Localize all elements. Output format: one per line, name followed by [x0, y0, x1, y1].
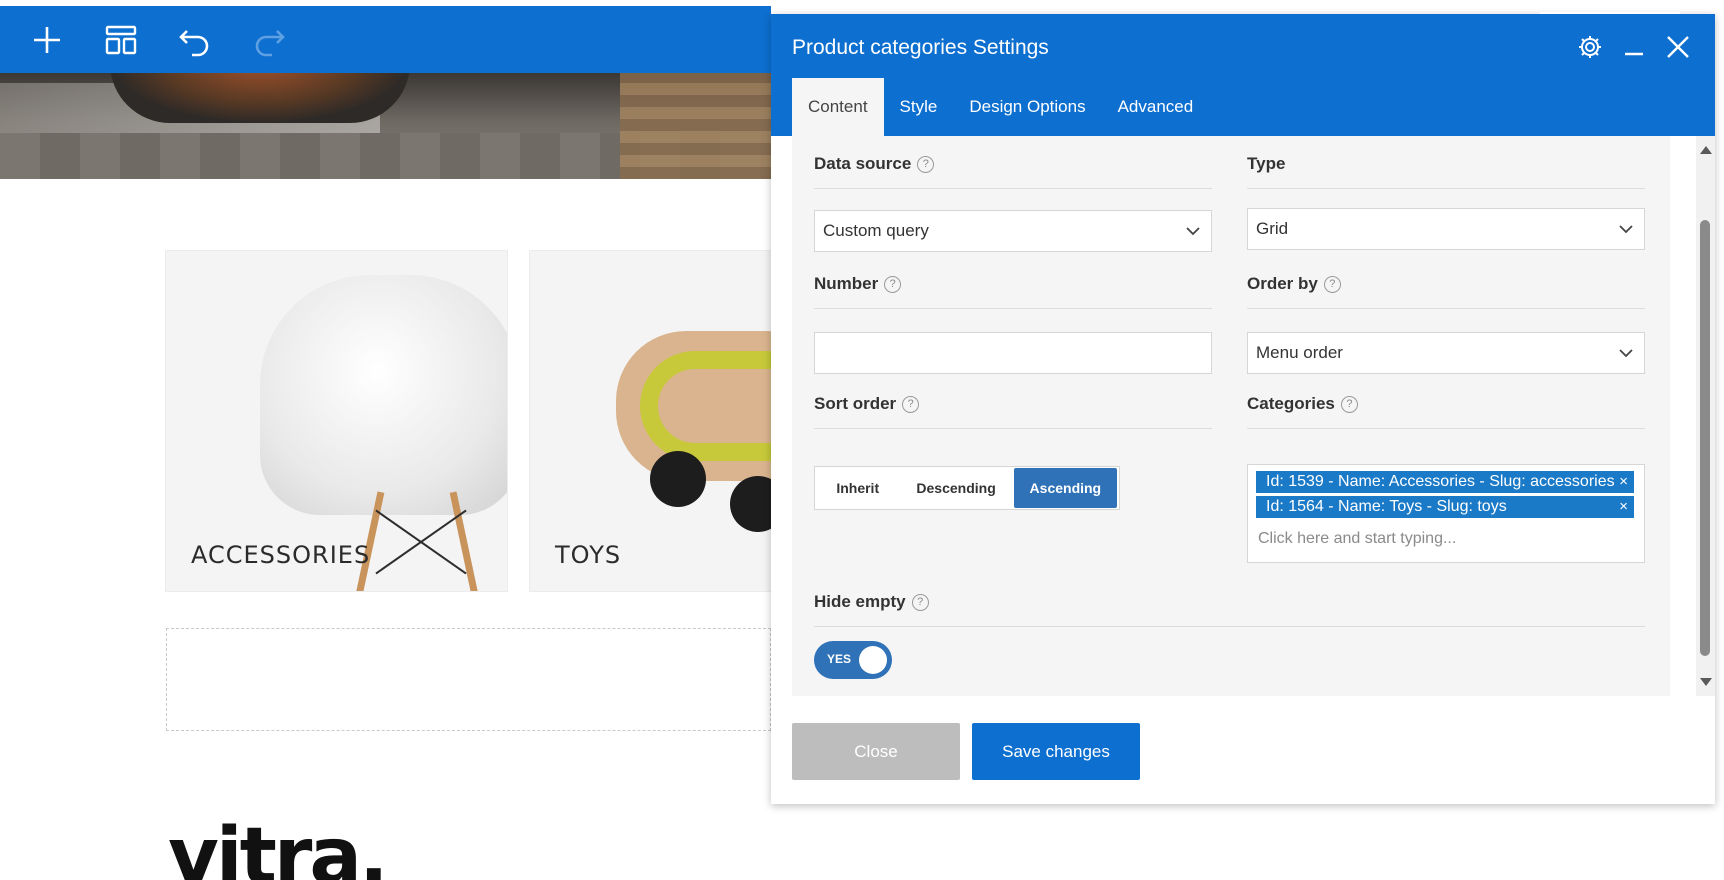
sort-ascending-button[interactable]: Ascending: [1013, 468, 1117, 508]
help-icon[interactable]: ?: [884, 275, 902, 293]
category-card-toys[interactable]: TOYS: [530, 251, 771, 591]
panel-content: Data source ? Custom query Type Grid Num…: [792, 136, 1670, 696]
undo-icon: [179, 29, 209, 56]
help-icon[interactable]: ?: [1323, 275, 1341, 293]
data-source-label: Data source: [814, 154, 912, 173]
remove-tag-icon[interactable]: ×: [1619, 498, 1628, 515]
category-label: TOYS: [555, 541, 622, 569]
settings-button[interactable]: [1575, 32, 1605, 62]
redo-icon: [255, 29, 285, 56]
minimize-button[interactable]: [1619, 32, 1649, 62]
save-changes-button[interactable]: Save changes: [972, 723, 1140, 780]
category-label: ACCESSORIES: [191, 541, 371, 569]
panel-scrollbar[interactable]: [1696, 136, 1715, 696]
minimize-icon: [1625, 52, 1643, 56]
data-source-field: Data source ?: [814, 150, 1212, 189]
hero-image: [0, 73, 771, 179]
number-input[interactable]: [814, 332, 1212, 374]
hide-empty-toggle[interactable]: YES: [814, 641, 892, 679]
add-element-button[interactable]: [28, 21, 66, 59]
order-by-label: Order by: [1247, 274, 1318, 293]
gear-icon: [1579, 36, 1601, 58]
builder-toolbar: [0, 6, 771, 73]
tab-style[interactable]: Style: [884, 78, 954, 136]
scroll-down-arrow-icon[interactable]: [1700, 678, 1712, 686]
sort-descending-button[interactable]: Descending: [898, 468, 1013, 508]
hide-empty-label: Hide empty: [814, 592, 906, 611]
help-icon[interactable]: ?: [1340, 395, 1358, 413]
panel-header: Product categories Settings Content Styl…: [771, 14, 1715, 136]
type-label: Type: [1247, 154, 1286, 173]
panel-title: Product categories Settings: [792, 36, 1049, 59]
data-source-select[interactable]: Custom query: [814, 210, 1212, 252]
tab-content[interactable]: Content: [792, 78, 884, 136]
header-edge-line: [1540, 12, 1680, 14]
category-tag: Id: 1564 - Name: Toys - Slug: toys ×: [1256, 496, 1634, 518]
sort-order-field: Sort order ?: [814, 390, 1212, 429]
layout-icon: [105, 25, 137, 54]
order-by-select[interactable]: Menu order: [1247, 332, 1645, 374]
categories-label: Categories: [1247, 394, 1335, 413]
categories-field: Categories ?: [1247, 390, 1645, 429]
sort-order-segmented: Inherit Descending Ascending: [814, 466, 1120, 510]
sort-inherit-button[interactable]: Inherit: [817, 468, 898, 508]
layout-button[interactable]: [102, 21, 140, 59]
panel-tabs: Content Style Design Options Advanced: [792, 78, 1209, 136]
close-button[interactable]: Close: [792, 723, 960, 780]
order-by-field: Order by ?: [1247, 270, 1645, 309]
sort-order-label: Sort order: [814, 394, 897, 413]
type-select[interactable]: Grid: [1247, 208, 1645, 250]
number-field: Number ?: [814, 270, 1212, 309]
redo-button[interactable]: [250, 21, 288, 59]
remove-tag-icon[interactable]: ×: [1619, 473, 1628, 490]
scroll-thumb[interactable]: [1700, 220, 1710, 656]
category-tag: Id: 1539 - Name: Accessories - Slug: acc…: [1256, 471, 1634, 493]
brand-logo: vitra.: [168, 812, 389, 880]
category-card-accessories[interactable]: ACCESSORIES: [166, 251, 507, 591]
chevron-down-icon: [1186, 227, 1200, 236]
tab-advanced[interactable]: Advanced: [1102, 78, 1210, 136]
chair-image: [260, 275, 507, 515]
toggle-knob: [859, 646, 887, 674]
chevron-down-icon: [1619, 349, 1633, 358]
chevron-down-icon: [1619, 225, 1633, 234]
categories-tag-input[interactable]: Id: 1539 - Name: Accessories - Slug: acc…: [1247, 464, 1645, 563]
close-icon: [1667, 36, 1689, 58]
categories-search-placeholder[interactable]: Click here and start typing...: [1258, 530, 1456, 548]
undo-button[interactable]: [176, 21, 214, 59]
tab-design-options[interactable]: Design Options: [953, 78, 1101, 136]
hide-empty-field: Hide empty ?: [814, 588, 1645, 627]
close-panel-button[interactable]: [1663, 32, 1693, 62]
help-icon[interactable]: ?: [902, 395, 920, 413]
number-label: Number: [814, 274, 879, 293]
type-field: Type: [1247, 150, 1645, 189]
settings-panel: Product categories Settings Content Styl…: [771, 14, 1715, 804]
scroll-up-arrow-icon[interactable]: [1700, 146, 1712, 154]
empty-row-placeholder[interactable]: [166, 628, 771, 731]
help-icon[interactable]: ?: [917, 155, 935, 173]
plus-icon: [34, 26, 60, 53]
help-icon[interactable]: ?: [911, 593, 929, 611]
